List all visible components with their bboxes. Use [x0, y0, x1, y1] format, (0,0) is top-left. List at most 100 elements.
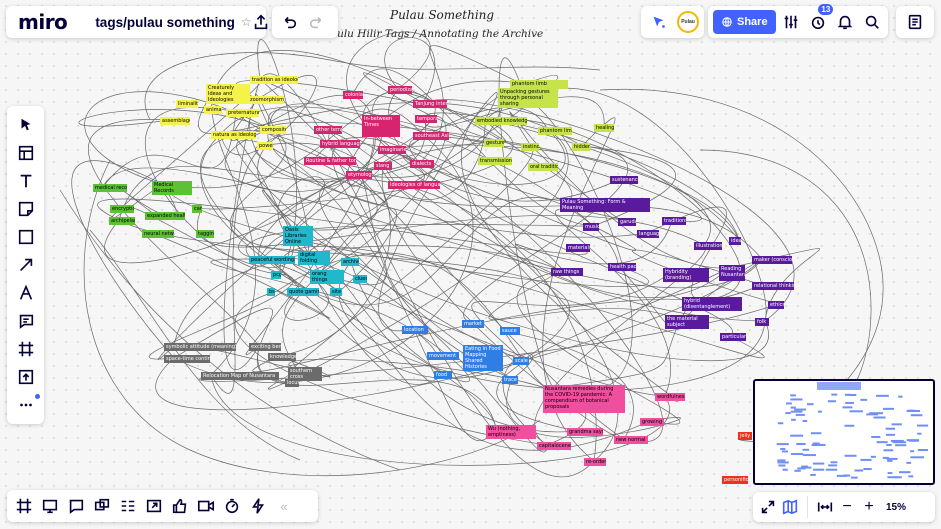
- sticky-note[interactable]: raw things: [551, 268, 583, 276]
- zoom-out-icon[interactable]: −: [836, 493, 858, 521]
- frame-icon[interactable]: [8, 336, 44, 361]
- connector-line[interactable]: [118, 219, 570, 361]
- sticky-note[interactable]: hybrid language: [320, 140, 360, 148]
- sticky-note[interactable]: Oasis Libraries Online: [283, 226, 313, 246]
- sticky-note[interactable]: Wu (nothing, emptiness): [486, 425, 536, 439]
- sticky-note[interactable]: encryption: [110, 205, 134, 213]
- thumbs-up-icon[interactable]: [167, 492, 193, 520]
- sticky-note[interactable]: space-time continuum: [164, 355, 210, 363]
- connector-line[interactable]: [463, 145, 629, 324]
- text-tool-icon[interactable]: [8, 168, 44, 193]
- sticky-note[interactable]: the material subject: [665, 315, 709, 329]
- document-list-icon[interactable]: [901, 8, 929, 36]
- sticky-note[interactable]: dialects: [410, 160, 434, 168]
- fit-screen-icon[interactable]: [757, 493, 779, 521]
- sticky-note[interactable]: transmission: [478, 157, 512, 165]
- sticky-note[interactable]: care: [192, 205, 202, 213]
- minimap-viewport[interactable]: [817, 382, 861, 390]
- sticky-note[interactable]: Reading Nusantara: [719, 265, 745, 281]
- sticky-note[interactable]: archipelago: [109, 217, 135, 225]
- sticky-note[interactable]: language: [637, 230, 659, 238]
- comments-icon[interactable]: [63, 492, 89, 520]
- fit-width-icon[interactable]: [814, 493, 836, 521]
- redo-icon[interactable]: [303, 8, 331, 36]
- sticky-note[interactable]: expanded health: [145, 212, 185, 220]
- sticky-note[interactable]: instinct: [521, 143, 539, 151]
- reactions-icon[interactable]: [645, 8, 673, 36]
- sticky-note[interactable]: music: [583, 223, 599, 231]
- sticky-note[interactable]: knowledge: [268, 353, 296, 361]
- sticky-note[interactable]: oral traditions: [528, 163, 558, 171]
- video-camera-icon[interactable]: [193, 492, 219, 520]
- minimap[interactable]: [753, 379, 935, 485]
- sticky-note[interactable]: Creaturely Ideas and Ideologies: [206, 84, 250, 104]
- sticky-note[interactable]: power: [257, 142, 273, 150]
- sticky-note[interactable]: Eating in Food Mapping Shared Histories: [463, 345, 503, 371]
- lightning-icon[interactable]: [245, 492, 271, 520]
- sticky-note[interactable]: sauce: [500, 327, 520, 335]
- templates-icon[interactable]: [8, 140, 44, 165]
- sticky-note[interactable]: folk: [755, 318, 769, 326]
- sticky-note[interactable]: gestures: [484, 139, 504, 147]
- pen-icon[interactable]: [8, 280, 44, 305]
- collapse-toolbar-button[interactable]: «: [271, 492, 297, 520]
- share-screen-icon[interactable]: [141, 492, 167, 520]
- sticky-note[interactable]: symbolic attitude (meaning): [164, 343, 236, 351]
- more-tools-icon[interactable]: [8, 392, 44, 417]
- sticky-note[interactable]: maker (consciousness): [752, 256, 792, 264]
- select-cursor-icon[interactable]: [8, 112, 44, 137]
- sticky-note[interactable]: Hybridity (branding): [663, 268, 709, 282]
- sticky-note[interactable]: healing: [594, 124, 614, 132]
- card-list-icon[interactable]: [115, 492, 141, 520]
- sticky-note[interactable]: illustrations: [694, 242, 722, 250]
- sticky-note[interactable]: scale: [513, 357, 529, 365]
- sticky-note[interactable]: medical record: [93, 184, 127, 192]
- sticky-note[interactable]: southeast Asia: [413, 132, 449, 140]
- export-icon[interactable]: [252, 8, 270, 36]
- sticky-note[interactable]: periodization: [388, 86, 412, 94]
- sticky-note[interactable]: animal: [204, 106, 222, 114]
- sticky-note[interactable]: orang things: [310, 270, 344, 284]
- sticky-note[interactable]: movement: [427, 352, 459, 360]
- sticky-note[interactable]: trace: [502, 376, 518, 384]
- sticky-note[interactable]: location: [402, 326, 428, 334]
- sticky-note[interactable]: temporal: [415, 115, 437, 123]
- sticky-note[interactable]: natura as ideology: [211, 131, 256, 139]
- comment-icon[interactable]: [8, 308, 44, 333]
- sticky-note[interactable]: embodied knowledge(s): [475, 117, 527, 125]
- sticky-note[interactable]: tagging: [196, 230, 214, 238]
- sticky-note[interactable]: ideas: [729, 237, 741, 245]
- sticky-note[interactable]: In-between Times: [362, 115, 400, 137]
- map-icon[interactable]: [779, 493, 801, 521]
- connector-line[interactable]: [292, 263, 666, 397]
- sticky-note[interactable]: Relocation Map of Nusantara: [201, 372, 279, 380]
- undo-icon[interactable]: [275, 8, 303, 36]
- sticky-note[interactable]: peaceful wordings: [249, 256, 295, 264]
- sticky-note[interactable]: materials: [566, 244, 590, 252]
- sticky-note[interactable]: composite: [260, 126, 286, 134]
- sticky-note[interactable]: preternatural: [226, 109, 259, 117]
- sticky-note[interactable]: sustenance: [610, 176, 638, 184]
- sticky-note[interactable]: growing: [640, 418, 664, 426]
- search-icon[interactable]: [860, 8, 883, 36]
- zoom-in-icon[interactable]: +: [858, 493, 880, 521]
- sticky-note[interactable]: Routine & father tongue: [304, 157, 356, 165]
- sticky-note[interactable]: quote gaming: [287, 288, 319, 296]
- sticky-note[interactable]: zoomorphism: [248, 96, 284, 104]
- sticky-note[interactable]: pcg: [271, 271, 281, 279]
- sticky-note[interactable]: ethics: [768, 301, 784, 309]
- sticky-note[interactable]: grandma says: [567, 428, 603, 436]
- sticky-note[interactable]: Pulau Something: Form & Meaning: [560, 198, 650, 212]
- sticky-note[interactable]: health pact: [608, 263, 636, 271]
- share-button[interactable]: Share: [713, 10, 776, 34]
- sticky-note[interactable]: relational thinking: [752, 282, 794, 290]
- sticky-note[interactable]: re-order: [584, 458, 606, 466]
- sticky-note[interactable]: locus: [285, 379, 299, 387]
- connector-line[interactable]: [59, 189, 401, 471]
- sticky-note[interactable]: Tanjung intentions: [413, 100, 447, 108]
- timer-icon[interactable]: 13: [806, 4, 834, 36]
- video-chat-icon[interactable]: [89, 492, 115, 520]
- sticky-note[interactable]: capitalocene: [537, 442, 571, 450]
- sticky-note[interactable]: Unpacking gestures through personal shar…: [498, 88, 558, 108]
- user-avatar[interactable]: Pulau: [677, 11, 699, 33]
